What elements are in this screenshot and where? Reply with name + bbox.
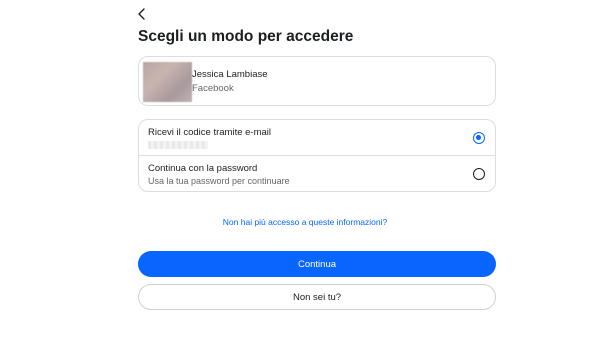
back-button[interactable] <box>133 5 151 23</box>
option-password-label: Continua con la password <box>148 163 258 174</box>
account-card: Jessica Lambiase Facebook <box>138 56 496 106</box>
login-options-list: Ricevi il codice tramite e-mail Continua… <box>138 119 496 192</box>
redacted-email <box>148 141 208 149</box>
option-email-code-radio[interactable] <box>473 132 485 144</box>
account-source: Facebook <box>192 83 234 94</box>
account-name: Jessica Lambiase <box>192 69 268 80</box>
option-password-radio[interactable] <box>473 168 485 180</box>
avatar <box>143 62 192 102</box>
login-method-page: Scegli un modo per accedere Jessica Lamb… <box>0 0 610 341</box>
option-password[interactable]: Continua con la password Usa la tua pass… <box>139 156 495 191</box>
not-you-button[interactable]: Non sei tu? <box>138 284 496 310</box>
option-password-description: Usa la tua password per continuare <box>148 176 290 186</box>
option-email-code[interactable]: Ricevi il codice tramite e-mail <box>139 120 495 156</box>
page-title: Scegli un modo per accedere <box>138 28 354 45</box>
option-email-code-label: Ricevi il codice tramite e-mail <box>148 127 272 138</box>
no-access-link[interactable]: Non hai più accesso a queste informazion… <box>0 217 610 227</box>
continue-button[interactable]: Continua <box>138 251 496 277</box>
chevron-left-icon <box>138 8 145 20</box>
